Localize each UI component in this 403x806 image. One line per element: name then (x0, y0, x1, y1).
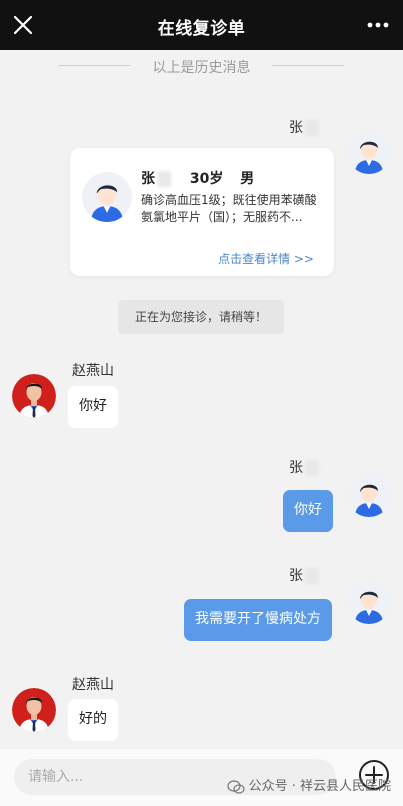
more-icon[interactable] (365, 12, 391, 38)
doctor-name-label: 赵燕山 (72, 363, 114, 379)
top-bar: 在线复诊单 (0, 0, 403, 50)
history-divider-text: 以上是历史消息 (152, 60, 251, 76)
patient-avatar-icon (347, 580, 391, 624)
message-bubble-patient[interactable]: 你好 (283, 490, 333, 532)
card-patient-name: 张 (141, 171, 155, 187)
card-diagnosis-summary: 确诊高血压1级；既往使用苯磺酸氨氯地平片（国）；无服药不... (141, 193, 317, 224)
message-bubble-patient[interactable]: 我需要开了慢病处方 (184, 599, 332, 641)
message-bubble-doctor[interactable]: 你好 (68, 386, 118, 428)
patient-avatar[interactable] (347, 473, 391, 517)
wechat-icon (226, 779, 245, 794)
doctor-photo (12, 688, 56, 732)
card-patient-info: 张 30岁 男 (141, 168, 254, 188)
patient-avatar[interactable] (347, 580, 391, 624)
page-title: 在线复诊单 (157, 19, 246, 39)
card-patient-sex: 男 (240, 171, 255, 187)
patient-avatar-icon (82, 172, 132, 222)
patient-avatar[interactable] (347, 130, 391, 174)
history-divider: 以上是历史消息 (0, 56, 403, 76)
patient-name-label: 张 (289, 117, 319, 137)
card-patient-avatar (82, 172, 132, 222)
status-notice: 正在为您接诊，请稍等！ (118, 300, 284, 334)
patient-name-label: 张 (289, 457, 319, 477)
consultation-card[interactable]: 张 30岁 男 确诊高血压1级；既往使用苯磺酸氨氯地平片（国）；无服药不... … (70, 148, 334, 276)
doctor-avatar[interactable] (12, 374, 56, 418)
doctor-name-label: 赵燕山 (72, 677, 114, 693)
card-patient-age: 30岁 (189, 171, 224, 187)
patient-avatar-icon (347, 130, 391, 174)
watermark: 公众号 · 祥云县人民医院 (226, 775, 391, 794)
doctor-photo (12, 374, 56, 418)
patient-name-label: 张 (289, 565, 319, 585)
message-bubble-doctor[interactable]: 好的 (68, 699, 118, 741)
patient-avatar-icon (347, 473, 391, 517)
doctor-avatar[interactable] (12, 688, 56, 732)
view-details-link[interactable]: 点击查看详情 >> (218, 250, 314, 267)
